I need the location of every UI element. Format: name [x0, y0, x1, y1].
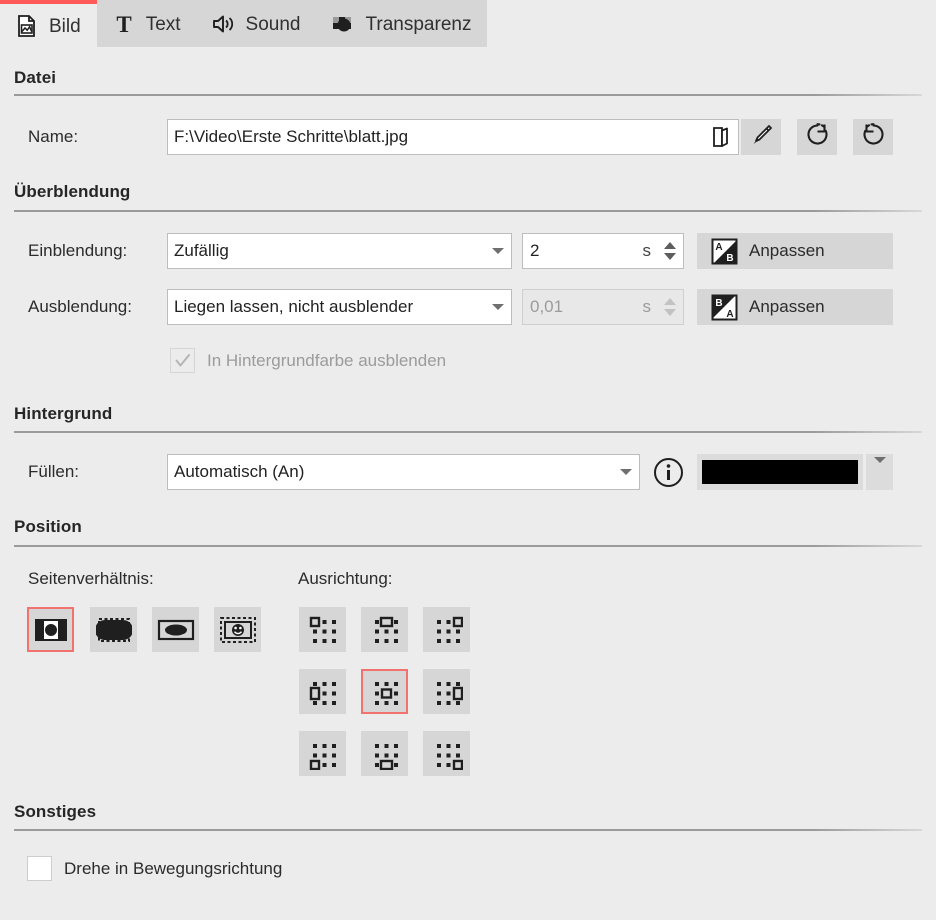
tab-bild[interactable]: Bild [0, 0, 97, 47]
ausrichtung-label: Ausrichtung: [298, 569, 393, 589]
check-icon [174, 352, 191, 369]
einblendung-select[interactable]: Zufällig [167, 233, 512, 269]
tab-sound[interactable]: Sound [197, 0, 317, 47]
file-name-value: F:\Video\Erste Schritte\blatt.jpg [168, 127, 704, 147]
ausblendung-duration-unit: s [643, 297, 662, 317]
chevron-down-icon[interactable] [485, 304, 511, 310]
align-top-right-icon[interactable] [423, 607, 470, 652]
stepper-down-icon[interactable] [664, 253, 676, 260]
file-name-field[interactable]: F:\Video\Erste Schritte\blatt.jpg [167, 119, 739, 155]
section-header-ueberblendung: Überblendung [14, 182, 130, 202]
ausblendung-anpassen-button[interactable]: B A Anpassen [697, 289, 893, 325]
text-t-icon: T [111, 11, 137, 37]
section-header-hintergrund: Hintergrund [14, 404, 112, 424]
ausblendung-label: Ausblendung: [28, 297, 132, 317]
ausblendung-select[interactable]: Liegen lassen, nicht ausblender [167, 289, 512, 325]
einblendung-duration-value: 2 [523, 241, 643, 261]
rotate-counterclockwise-icon [804, 121, 831, 153]
section-header-position: Position [14, 517, 82, 537]
stepper-up-icon [664, 298, 676, 305]
ausblendung-duration-value: 0,01 [523, 297, 643, 317]
section-rule-datei [14, 94, 922, 96]
align-middle-right-icon[interactable] [423, 669, 470, 714]
stepper-down-icon [664, 309, 676, 316]
tab-bild-label: Bild [49, 15, 81, 36]
ausblendung-value: Liegen lassen, nicht ausblender [174, 297, 485, 317]
ausblendung-anpassen-label: Anpassen [749, 297, 825, 317]
einblendung-duration-unit: s [643, 241, 662, 261]
section-rule-ueberblendung [14, 210, 922, 212]
einblendung-anpassen-button[interactable]: A B Anpassen [697, 233, 893, 269]
image-properties-panel: Bild T Text Sound [0, 0, 936, 920]
paintbrush-icon [748, 122, 774, 153]
svg-text:A: A [726, 309, 733, 320]
einblendung-label: Einblendung: [28, 241, 127, 261]
aspect-original-icon[interactable] [214, 607, 261, 652]
align-top-center-icon[interactable] [361, 607, 408, 652]
aspect-fit-letterbox-icon[interactable] [27, 607, 74, 652]
tab-transparenz-label: Transparenz [366, 13, 472, 34]
bgfade-label: In Hintergrundfarbe ausblenden [207, 351, 446, 371]
section-rule-position [14, 545, 922, 547]
chevron-down-icon[interactable] [485, 248, 511, 254]
aspect-fill-crop-icon[interactable] [90, 607, 137, 652]
align-top-left-icon[interactable] [299, 607, 346, 652]
tab-text-label: Text [146, 13, 181, 34]
svg-text:T: T [116, 12, 131, 36]
bgfade-checkbox-row: In Hintergrundfarbe ausblenden [170, 348, 446, 373]
einblendung-anpassen-label: Anpassen [749, 241, 825, 261]
tab-bar: Bild T Text Sound [0, 0, 936, 47]
aspect-stretch-icon[interactable] [152, 607, 199, 652]
svg-text:A: A [715, 242, 722, 253]
chevron-down-icon[interactable] [613, 469, 639, 475]
section-rule-hintergrund [14, 431, 922, 433]
background-color-swatch-button[interactable] [697, 454, 863, 490]
transparency-icon [331, 11, 357, 37]
einblendung-value: Zufällig [174, 241, 485, 261]
rotate-left-button[interactable] [797, 119, 837, 155]
fuellen-label: Füllen: [28, 462, 79, 482]
speaker-icon [211, 11, 237, 37]
edit-image-button[interactable] [741, 119, 781, 155]
tab-transparenz[interactable]: Transparenz [317, 0, 488, 47]
fade-in-ab-icon: A B [711, 238, 738, 265]
align-middle-center-icon[interactable] [361, 669, 408, 714]
fuellen-value: Automatisch (An) [174, 462, 613, 482]
fuellen-select[interactable]: Automatisch (An) [167, 454, 640, 490]
bgfade-checkbox [170, 348, 195, 373]
stepper-arrows[interactable] [661, 234, 683, 268]
rotate-right-button[interactable] [853, 119, 893, 155]
background-color-dropdown-button[interactable] [866, 454, 893, 490]
align-bottom-left-icon[interactable] [299, 731, 346, 776]
open-folder-icon[interactable] [704, 120, 738, 154]
align-bottom-right-icon[interactable] [423, 731, 470, 776]
stepper-up-icon[interactable] [664, 242, 676, 249]
drehe-checkbox[interactable] [27, 856, 52, 881]
chevron-down-icon [874, 463, 886, 481]
fade-out-ba-icon: B A [711, 294, 738, 321]
stepper-arrows [661, 290, 683, 324]
tab-sound-label: Sound [246, 13, 301, 34]
tab-text[interactable]: T Text [97, 0, 197, 47]
drehe-label: Drehe in Bewegungsrichtung [64, 859, 282, 879]
name-label: Name: [28, 127, 78, 147]
info-icon[interactable] [653, 457, 684, 493]
tab-strip: Bild T Text Sound [0, 0, 487, 47]
section-header-datei: Datei [14, 68, 56, 88]
svg-text:B: B [715, 298, 722, 309]
background-color-swatch [702, 460, 858, 484]
seitenverhaeltnis-label: Seitenverhältnis: [28, 569, 154, 589]
svg-text:B: B [726, 253, 733, 264]
rotate-clockwise-icon [860, 121, 887, 153]
ausblendung-duration-stepper: 0,01 s [522, 289, 684, 325]
drehe-checkbox-row[interactable]: Drehe in Bewegungsrichtung [27, 856, 282, 881]
align-bottom-center-icon[interactable] [361, 731, 408, 776]
image-file-icon [14, 13, 40, 39]
einblendung-duration-stepper[interactable]: 2 s [522, 233, 684, 269]
section-header-sonstiges: Sonstiges [14, 802, 96, 822]
section-rule-sonstiges [14, 829, 922, 831]
align-middle-left-icon[interactable] [299, 669, 346, 714]
